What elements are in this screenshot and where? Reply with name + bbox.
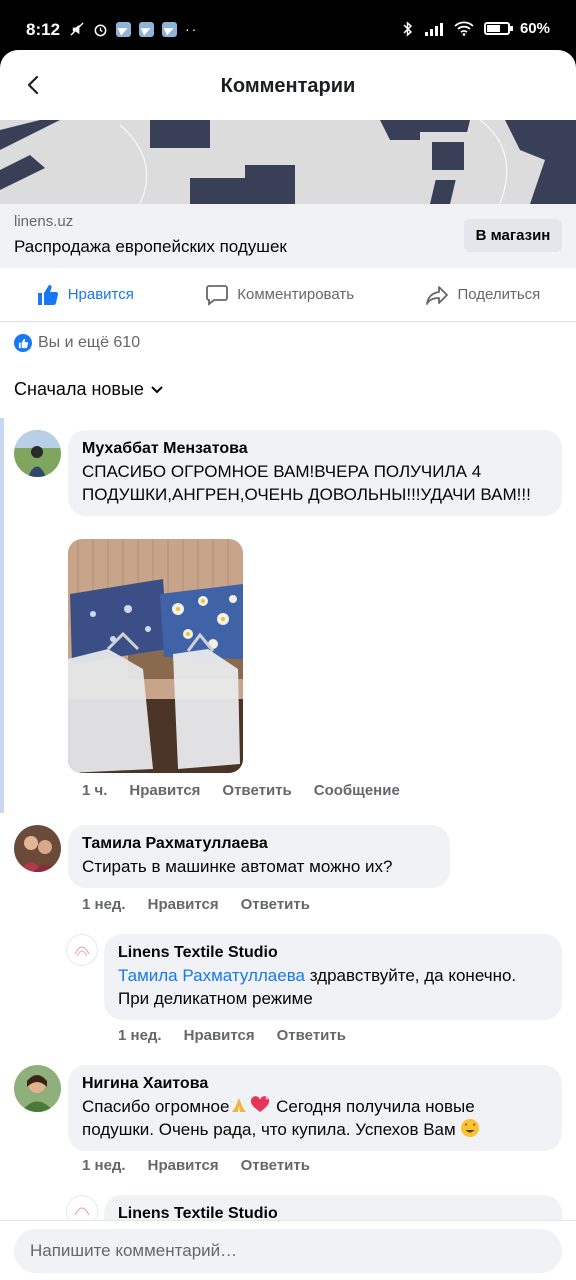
- wifi-icon: [454, 21, 474, 36]
- reply-author[interactable]: Linens Textile Studio: [118, 942, 548, 964]
- comment-meta: 1 ч. Нравится Ответить Сообщение: [82, 782, 400, 799]
- comment-message-button[interactable]: Сообщение: [314, 782, 400, 799]
- like-label: Нравится: [67, 286, 134, 303]
- folded-hands-emoji-icon: [232, 1098, 247, 1112]
- bluetooth-icon: [403, 20, 413, 37]
- signal-icon: [424, 22, 443, 36]
- share-icon: [426, 285, 449, 305]
- comments-screen: Комментарии linens.uz Распродажа европей…: [0, 50, 576, 1280]
- comment-reply-button[interactable]: Ответить: [241, 896, 310, 913]
- comment-time: 1 нед.: [82, 1157, 126, 1174]
- comment-meta: 1 нед. Нравится Ответить: [82, 1157, 310, 1174]
- highlight-bar: [0, 418, 4, 813]
- reactions-summary[interactable]: Вы и ещё 610: [14, 334, 140, 352]
- reply-reply-button[interactable]: Ответить: [277, 1027, 346, 1044]
- more-notifications-icon: ··: [185, 21, 199, 37]
- reactions-count: Вы и ещё 610: [38, 334, 141, 351]
- sort-label: Сначала новые: [14, 379, 144, 399]
- avatar[interactable]: [14, 430, 61, 477]
- battery-icon: [483, 22, 513, 35]
- sparkling-heart-emoji-icon: [251, 1096, 270, 1112]
- reply-time: 1 нед.: [118, 1027, 162, 1044]
- reply-bubble[interactable]: Linens Textile Studio Тамила Рахматуллае…: [104, 934, 562, 1020]
- comment-author[interactable]: Нигина Хаитова: [82, 1073, 548, 1095]
- page-avatar[interactable]: [66, 934, 98, 966]
- comment-reply-button[interactable]: Ответить: [241, 1157, 310, 1174]
- status-time: 8:12: [26, 20, 61, 39]
- comment-photo-art: [68, 539, 243, 773]
- share-label: Поделиться: [457, 286, 541, 303]
- telegram-icon: [116, 21, 131, 37]
- alarm-icon: [94, 24, 107, 36]
- like-reaction-icon: [14, 334, 32, 352]
- comment-time: 1 ч.: [82, 782, 108, 799]
- link-title: Распродажа европейских подушек: [14, 237, 287, 256]
- shop-button[interactable]: В магазин: [464, 219, 562, 252]
- comment-like-button[interactable]: Нравится: [129, 782, 200, 799]
- comment-text-part: Спасибо огромное: [82, 1097, 230, 1116]
- telegram-icon: [162, 21, 177, 37]
- chevron-down-icon: [151, 385, 163, 393]
- avatar[interactable]: [14, 1065, 61, 1112]
- comment-input-bar: Напишите комментарий…: [0, 1220, 576, 1280]
- comment-bubble[interactable]: Нигина Хаитова Спасибо огромное Сегодня …: [68, 1065, 562, 1151]
- avatar[interactable]: [14, 825, 61, 872]
- comment-label: Комментировать: [237, 286, 355, 303]
- comment-like-button[interactable]: Нравится: [148, 896, 219, 913]
- comment-text: Спасибо огромное Сегодня получила новые …: [82, 1095, 548, 1141]
- telegram-icon: [139, 21, 154, 37]
- sort-dropdown[interactable]: Сначала новые: [14, 379, 164, 400]
- notification-icons: ··: [70, 21, 198, 37]
- heart-eyes-emoji-icon: [461, 1119, 480, 1137]
- share-button[interactable]: Поделиться: [425, 283, 540, 307]
- comment-text: Стирать в машинке автомат можно их?: [82, 857, 393, 876]
- comment-meta: 1 нед. Нравится Ответить: [82, 896, 310, 913]
- comment-like-button[interactable]: Нравится: [148, 1157, 219, 1174]
- comment-icon: [206, 284, 229, 306]
- post-image[interactable]: [0, 120, 576, 204]
- reply-meta: 1 нед. Нравится Ответить: [118, 1027, 346, 1044]
- comment-bubble[interactable]: Мухаббат Мензатова СПАСИБО ОГРОМНОЕ ВАМ!…: [68, 430, 562, 516]
- comment-photo[interactable]: [68, 539, 243, 773]
- post-image-art: [0, 120, 576, 204]
- comment-author[interactable]: Мухаббат Мензатова: [82, 438, 548, 460]
- thumbs-up-icon: [37, 284, 58, 305]
- comment-time: 1 нед.: [82, 896, 126, 913]
- header: Комментарии: [0, 50, 576, 120]
- battery-level: 60%: [519, 20, 550, 37]
- reply-text: Тамила Рахматуллаева здравствуйте, да ко…: [118, 964, 548, 1010]
- link-domain: linens.uz: [14, 213, 74, 230]
- mention-link[interactable]: Тамила Рахматуллаева: [118, 966, 305, 985]
- mute-icon: [70, 21, 84, 36]
- like-button[interactable]: Нравится: [36, 283, 134, 307]
- comment-input[interactable]: Напишите комментарий…: [14, 1229, 562, 1273]
- link-preview[interactable]: linens.uz Распродажа европейских подушек…: [0, 204, 576, 268]
- reply-like-button[interactable]: Нравится: [184, 1027, 255, 1044]
- status-right: 60%: [402, 20, 550, 37]
- comment-text: СПАСИБО ОГРОМНОЕ ВАМ!ВЧЕРА ПОЛУЧИЛА 4 ПО…: [82, 462, 531, 504]
- comment-reply-button[interactable]: Ответить: [222, 782, 291, 799]
- comment-author[interactable]: Тамила Рахматуллаева: [82, 833, 436, 855]
- post-actions: Нравится Комментировать Поделиться: [0, 268, 576, 322]
- comment-button[interactable]: Комментировать: [205, 283, 354, 307]
- page-title: Комментарии: [220, 75, 356, 97]
- comment-bubble[interactable]: Тамила Рахматуллаева Стирать в машинке а…: [68, 825, 450, 888]
